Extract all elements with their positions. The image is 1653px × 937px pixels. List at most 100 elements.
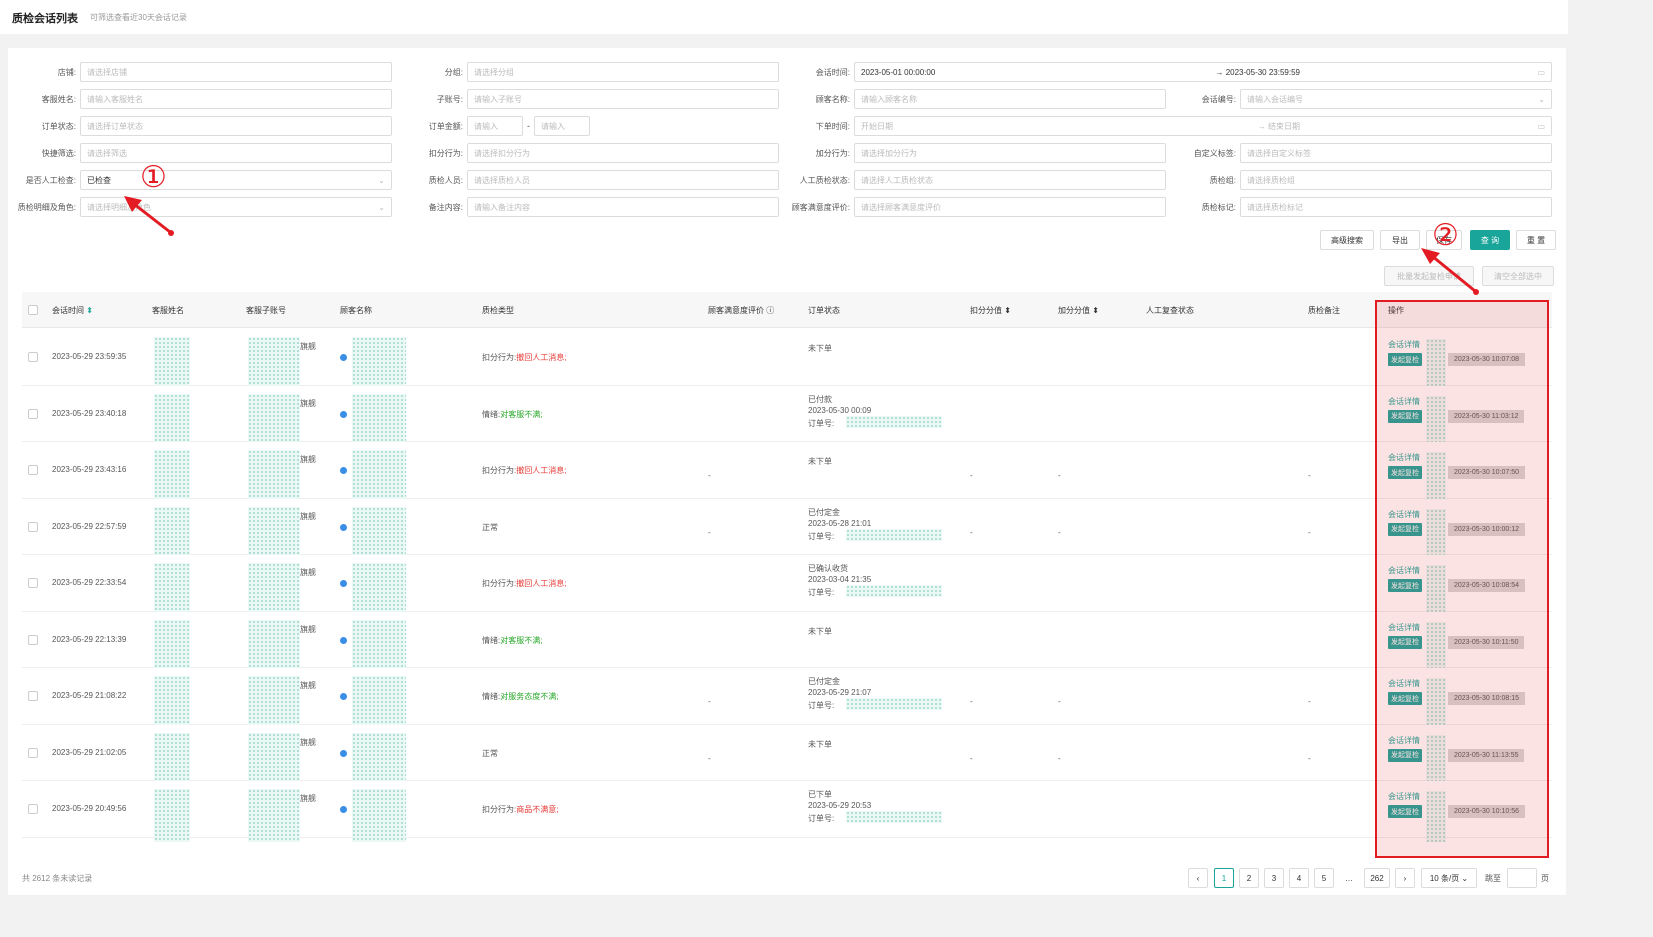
recheck-button[interactable]: 发起复检 xyxy=(1388,635,1422,649)
order-status-line: 已确认收货 xyxy=(808,564,848,573)
calendar-icon[interactable]: ▭ xyxy=(1537,68,1545,77)
table-row[interactable]: 2023-05-29 22:13:39 旗舰 情绪:对客服不满; 未下单 会话详情 发起复… xyxy=(22,611,1552,672)
customer-avatar-icon xyxy=(340,693,347,701)
chevron-down-icon[interactable]: ⌄ xyxy=(378,176,385,185)
filter-input[interactable]: 请输入客服姓名 xyxy=(80,89,392,109)
table-row[interactable]: 2023-05-29 21:08:22 旗舰 情绪:对服务态度不满; - 已付定金 202… xyxy=(22,668,1552,729)
clear-selection-button[interactable]: 清空全部选中 xyxy=(1482,266,1554,286)
select-all-checkbox[interactable] xyxy=(28,305,38,315)
session-detail-link[interactable]: 会话详情 xyxy=(1388,735,1420,746)
filter-input[interactable]: 请选择质检人员 xyxy=(467,170,779,190)
sort-icon[interactable]: ⬍ xyxy=(86,306,93,315)
recheck-button[interactable]: 发起复检 xyxy=(1388,579,1422,592)
chevron-down-icon[interactable]: ⌄ xyxy=(378,203,385,212)
table-row[interactable]: 2023-05-29 22:33:54 旗舰 扣分行为:撤回人工消息; 已确认收货 20… xyxy=(22,555,1552,616)
row-checkbox[interactable] xyxy=(28,804,38,815)
table-row[interactable]: 2023-05-29 23:40:18 旗舰 情绪:对客服不满; 已付款 2023-05… xyxy=(22,385,1552,446)
filter-input[interactable]: 请选择顾客满意度评价 xyxy=(854,197,1166,217)
session-detail-link[interactable]: 会话详情 xyxy=(1388,396,1420,407)
row-checkbox[interactable] xyxy=(28,634,38,645)
session-detail-link[interactable]: 会话详情 xyxy=(1388,509,1420,520)
filter-input[interactable]: 请输入备注内容 xyxy=(467,197,779,217)
filter-input[interactable]: 请选择明细及角色 ⌄ xyxy=(80,197,392,217)
deduct-score: - xyxy=(970,471,973,481)
table-row[interactable]: 2023-05-29 23:59:35 旗舰 扣分行为:撤回人工消息; 未下单 会话详情… xyxy=(22,329,1552,390)
filter-label: 质检人员: xyxy=(428,175,463,185)
row-checkbox[interactable] xyxy=(28,408,38,419)
filter-input[interactable]: 请选择加分行为 xyxy=(854,143,1166,163)
filter-input[interactable]: 请选择质检标记 xyxy=(1240,197,1552,217)
session-detail-link[interactable]: 会话详情 xyxy=(1388,791,1420,802)
page-size-select[interactable]: 10 条/页 ⌄ xyxy=(1421,868,1477,888)
filter-input[interactable]: 请输入顾客名称 xyxy=(854,89,1166,109)
amount-max-input[interactable]: 请输入 xyxy=(534,116,590,136)
chevron-down-icon[interactable]: ⌄ xyxy=(1538,95,1545,104)
query-button[interactable]: 查 询 xyxy=(1470,230,1510,250)
save-button[interactable]: 保存 xyxy=(1426,230,1462,250)
sort-icon[interactable]: ⬍ xyxy=(1004,306,1011,315)
col-deduct-score[interactable]: 扣分分值 ⬍ xyxy=(970,305,1011,316)
filter-input[interactable]: 2023-05-01 00:00:00 → 2023-05-30 23:59:59… xyxy=(854,62,1552,82)
next-page-button[interactable]: › xyxy=(1395,868,1415,888)
filter-input[interactable]: 请选择人工质检状态 xyxy=(854,170,1166,190)
page-5[interactable]: 5 xyxy=(1314,868,1334,888)
table-row[interactable]: 2023-05-29 22:57:59 旗舰 正常 - 已付定金 2023-05-28 2… xyxy=(22,498,1552,559)
page-4[interactable]: 4 xyxy=(1289,868,1309,888)
filter-input[interactable]: 请选择质检组 xyxy=(1240,170,1552,190)
order-status-line: 订单号: xyxy=(808,701,835,710)
row-checkbox[interactable] xyxy=(28,465,38,476)
export-button[interactable]: 导出 xyxy=(1380,230,1420,250)
recheck-button[interactable]: 发起复检 xyxy=(1388,409,1422,423)
quality-type-detail: 对客服不满; xyxy=(500,635,543,645)
recheck-button[interactable]: 发起复检 xyxy=(1388,353,1422,366)
order-status-line: 未下单 xyxy=(808,457,832,466)
filter-input[interactable]: 开始日期 → 结束日期 ▭ xyxy=(854,116,1552,136)
session-detail-link[interactable]: 会话详情 xyxy=(1388,565,1420,576)
page-1[interactable]: 1 xyxy=(1214,868,1234,888)
redacted-agent-name xyxy=(154,732,190,785)
prev-page-button[interactable]: ‹ xyxy=(1188,868,1208,888)
page-ellipsis[interactable]: … xyxy=(1339,868,1359,888)
filter-input[interactable]: 请选择扣分行为 xyxy=(467,143,779,163)
recheck-button[interactable]: 发起复检 xyxy=(1388,522,1422,536)
table-row[interactable]: 2023-05-29 23:43:16 旗舰 扣分行为:撤回人工消息; - 未下单 - - -… xyxy=(22,442,1552,503)
calendar-icon[interactable]: ▭ xyxy=(1537,122,1545,131)
filter-input[interactable]: 请选择订单状态 xyxy=(80,116,392,136)
filter-input[interactable]: 请选择分组 xyxy=(467,62,779,82)
recheck-button[interactable]: 发起复检 xyxy=(1388,805,1422,818)
filter-input[interactable]: 请输入会话编号 ⌄ xyxy=(1240,89,1552,109)
session-detail-link[interactable]: 会话详情 xyxy=(1388,452,1420,463)
session-detail-link[interactable]: 会话详情 xyxy=(1388,339,1420,350)
recheck-button[interactable]: 发起复检 xyxy=(1388,748,1422,762)
recheck-button[interactable]: 发起复检 xyxy=(1388,466,1422,479)
table-row[interactable]: 2023-05-29 20:49:56 旗舰 扣分行为:商品不满意; 已下单 2023-… xyxy=(22,781,1552,842)
filter-input[interactable]: 请选择自定义标签 xyxy=(1240,143,1552,163)
filter-input[interactable]: 请选择筛选 xyxy=(80,143,392,163)
row-checkbox[interactable] xyxy=(28,352,38,363)
row-checkbox[interactable] xyxy=(28,578,38,589)
recheck-button[interactable]: 发起复检 xyxy=(1388,692,1422,705)
reset-button[interactable]: 重 置 xyxy=(1516,230,1556,250)
session-detail-link[interactable]: 会话详情 xyxy=(1388,622,1420,633)
advanced-search-button[interactable]: 高级搜索 xyxy=(1320,230,1374,250)
row-checkbox[interactable] xyxy=(28,691,38,702)
amount-min-input[interactable]: 请输入 xyxy=(467,116,523,136)
filter-input[interactable]: 请选择店铺 xyxy=(80,62,392,82)
filter-input[interactable]: 请输入子账号 xyxy=(467,89,779,109)
session-detail-link[interactable]: 会话详情 xyxy=(1388,678,1420,689)
info-icon[interactable]: ⓘ xyxy=(766,306,774,315)
table-row[interactable]: 2023-05-29 21:02:05 旗舰 正常 - 未下单 - - - 会话详情 发起复检 20… xyxy=(22,724,1552,785)
operation-time: 2023-05-30 10:08:15 xyxy=(1448,692,1525,705)
page-3[interactable]: 3 xyxy=(1264,868,1284,888)
row-checkbox[interactable] xyxy=(28,521,38,532)
row-checkbox[interactable] xyxy=(28,747,38,758)
sort-icon[interactable]: ⬍ xyxy=(1092,306,1099,315)
filter-input[interactable]: 已检查 ⌄ xyxy=(80,170,392,190)
batch-recheck-button[interactable]: 批量发起复检申请 xyxy=(1384,266,1474,286)
col-add-score[interactable]: 加分分值 ⬍ xyxy=(1058,305,1099,316)
page-2[interactable]: 2 xyxy=(1239,868,1259,888)
page-262[interactable]: 262 xyxy=(1364,868,1390,888)
col-session-time[interactable]: 会话时间 ⬍ xyxy=(52,305,93,316)
order-status-line: 已付定金 xyxy=(808,507,840,517)
goto-page-input[interactable] xyxy=(1507,868,1537,888)
